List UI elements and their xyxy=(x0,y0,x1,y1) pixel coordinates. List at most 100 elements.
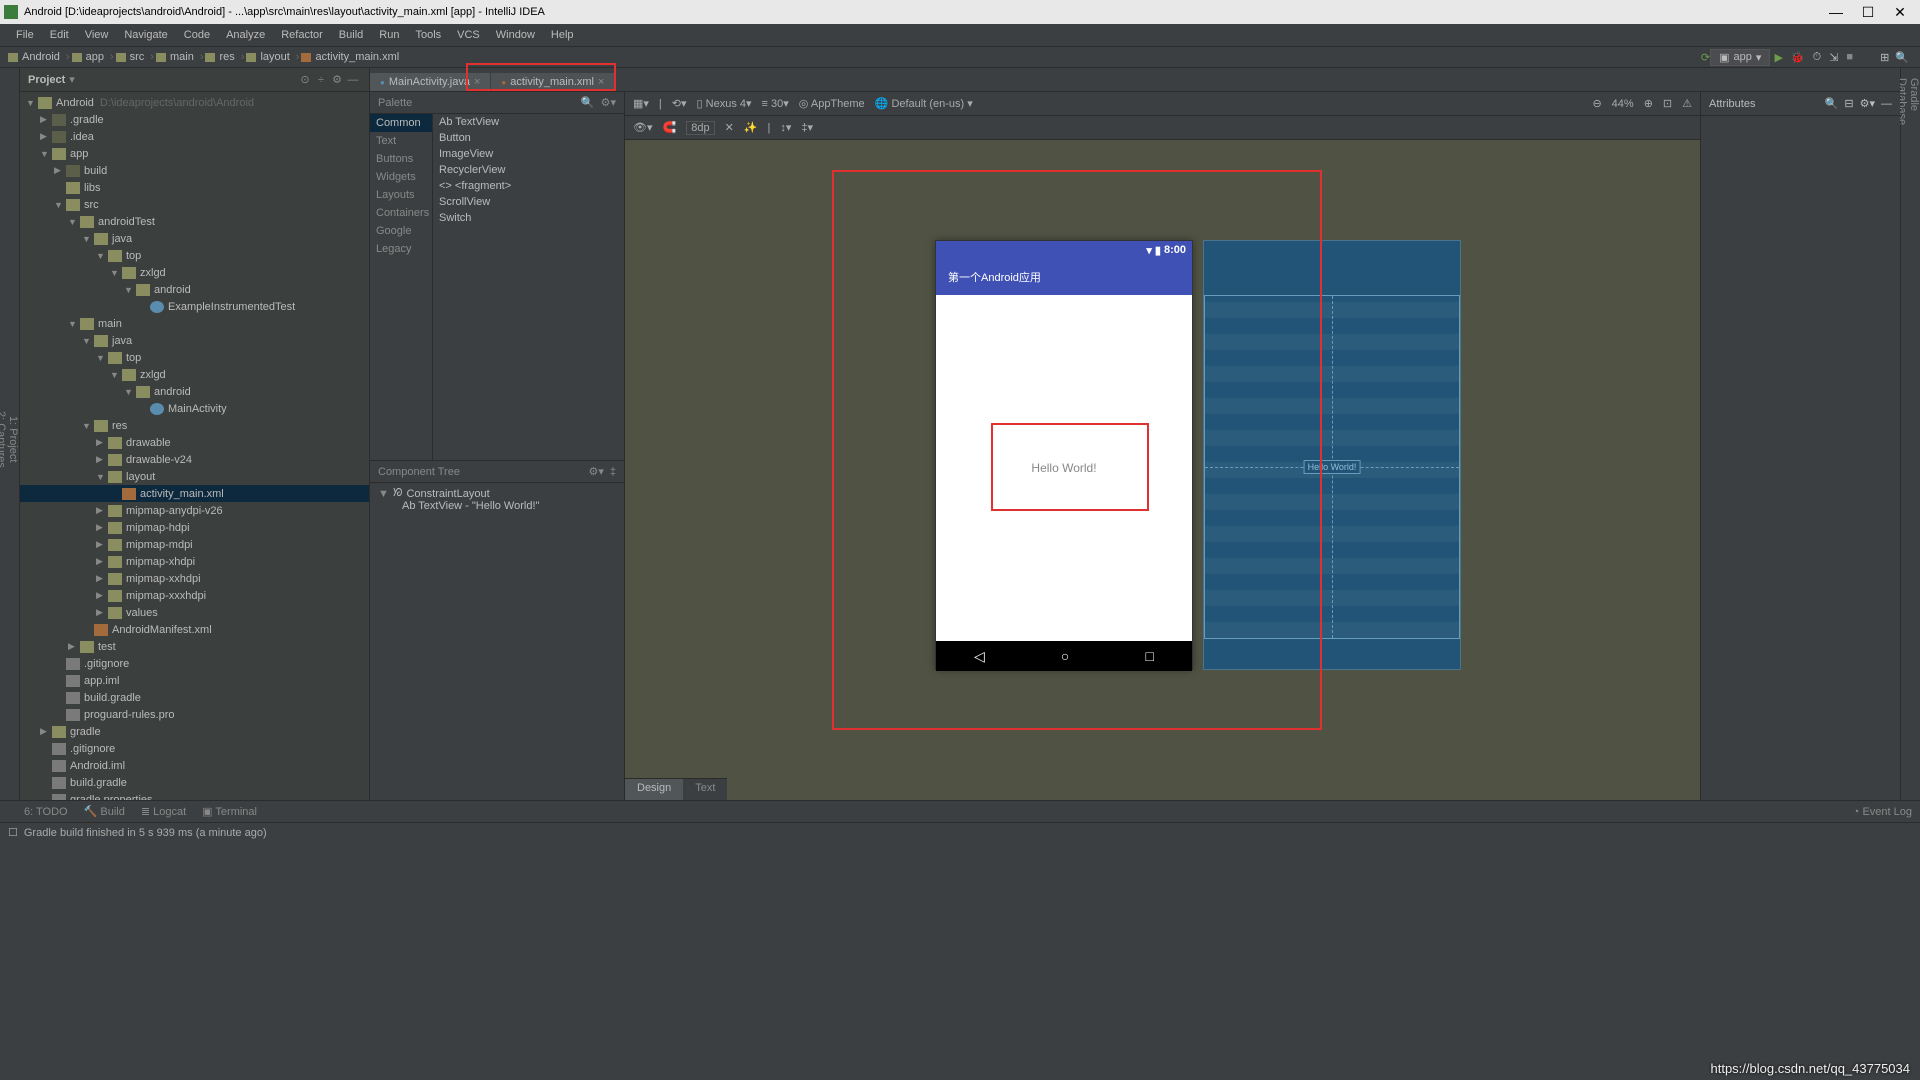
project-tree[interactable]: ▼ Android D:\ideaprojects\android\Androi… xyxy=(20,92,369,800)
palette-item[interactable]: Switch xyxy=(433,210,624,226)
menu-refactor[interactable]: Refactor xyxy=(273,29,331,41)
tree-item[interactable]: proguard-rules.pro xyxy=(20,706,369,723)
infer-icon[interactable]: ✨ xyxy=(744,121,758,134)
preview-body[interactable]: Hello World! xyxy=(936,295,1192,641)
tool-logcat[interactable]: ≣ Logcat xyxy=(141,805,186,818)
palette-item[interactable]: RecyclerView xyxy=(433,162,624,178)
tree-item[interactable]: AndroidManifest.xml xyxy=(20,621,369,638)
tree-item[interactable]: ▼top xyxy=(20,247,369,264)
rail-captures[interactable]: 2: Captures xyxy=(0,78,7,800)
menu-run[interactable]: Run xyxy=(371,29,407,41)
palette-category[interactable]: Legacy xyxy=(370,240,432,258)
theme-select[interactable]: ◎ AppTheme xyxy=(799,97,865,110)
clear-icon[interactable]: ✕ xyxy=(725,121,734,134)
palette-item[interactable]: ImageView xyxy=(433,146,624,162)
view-options-icon[interactable]: ⊟ xyxy=(1844,97,1853,110)
tree-item[interactable]: app.iml xyxy=(20,672,369,689)
blueprint-textview[interactable]: Hello World! xyxy=(1304,460,1361,474)
guideline-icon[interactable]: ‡▾ xyxy=(801,121,813,134)
tree-item[interactable]: ▶mipmap-anydpi-v26 xyxy=(20,502,369,519)
tree-item[interactable]: ▶mipmap-xhdpi xyxy=(20,553,369,570)
breadcrumb-item[interactable]: Android xyxy=(8,51,60,63)
orientation-icon[interactable]: ⟲▾ xyxy=(672,97,687,110)
structure-button[interactable]: ⊞ xyxy=(1880,51,1889,64)
close-button[interactable]: ✕ xyxy=(1884,4,1916,21)
view-mode-icon[interactable]: ▦▾ xyxy=(633,97,649,110)
tree-item[interactable]: ▶gradle xyxy=(20,723,369,740)
menu-file[interactable]: File xyxy=(8,29,42,41)
rail-project[interactable]: 1: Project xyxy=(7,78,19,800)
editor-tab[interactable]: ●activity_main.xml× xyxy=(491,73,614,91)
tree-item[interactable]: ▶mipmap-xxhdpi xyxy=(20,570,369,587)
tree-item[interactable]: activity_main.xml xyxy=(20,485,369,502)
preview-textview[interactable]: Hello World! xyxy=(1031,461,1096,475)
tree-item[interactable]: ▶mipmap-hdpi xyxy=(20,519,369,536)
device-preview[interactable]: ▾ ▮ 8:00 第一个Android应用 Hello World! ◁ xyxy=(935,240,1193,670)
warnings-icon[interactable]: ⚠ xyxy=(1682,97,1692,110)
attach-button[interactable]: ⇲ xyxy=(1829,51,1838,64)
device-select[interactable]: ▯ Nexus 4▾ xyxy=(697,97,752,110)
menu-window[interactable]: Window xyxy=(488,29,543,41)
tree-item[interactable]: MainActivity xyxy=(20,400,369,417)
gear-icon[interactable]: ⚙▾ xyxy=(601,96,616,109)
tree-constraint-layout[interactable]: ConstraintLayout xyxy=(406,488,489,500)
menu-navigate[interactable]: Navigate xyxy=(116,29,175,41)
tree-item[interactable]: Android.iml xyxy=(20,757,369,774)
left-tool-rail[interactable]: 1: Project 2: Captures xyxy=(0,68,20,800)
tool-todo[interactable]: 6: TODO xyxy=(24,806,68,818)
palette-item[interactable]: <> <fragment> xyxy=(433,178,624,194)
breadcrumb-item[interactable]: layout xyxy=(246,51,289,63)
tree-item[interactable]: ▶.idea xyxy=(20,128,369,145)
minimize-button[interactable]: — xyxy=(1820,4,1852,20)
blueprint-preview[interactable]: Hello World! xyxy=(1203,240,1461,670)
menu-edit[interactable]: Edit xyxy=(42,29,77,41)
tree-item[interactable]: ExampleInstrumentedTest xyxy=(20,298,369,315)
palette-item[interactable]: Button xyxy=(433,130,624,146)
menu-build[interactable]: Build xyxy=(331,29,371,41)
tree-item[interactable]: .gitignore xyxy=(20,655,369,672)
tree-item[interactable]: build.gradle xyxy=(20,689,369,706)
breadcrumb-item[interactable]: main xyxy=(156,51,194,63)
tree-item[interactable]: ▼top xyxy=(20,349,369,366)
palette-category[interactable]: Containers xyxy=(370,204,432,222)
collapse-icon[interactable]: ⊙ xyxy=(297,73,313,86)
search-button[interactable]: 🔍 xyxy=(1895,51,1909,64)
tab-design[interactable]: Design xyxy=(625,779,683,800)
breadcrumb-item[interactable]: activity_main.xml xyxy=(301,51,399,63)
palette-item[interactable]: ScrollView xyxy=(433,194,624,210)
tree-item[interactable]: ▼layout xyxy=(20,468,369,485)
tree-item[interactable]: gradle.properties xyxy=(20,791,369,800)
breadcrumb-item[interactable]: app xyxy=(72,51,104,63)
tree-item[interactable]: ▶drawable xyxy=(20,434,369,451)
menu-view[interactable]: View xyxy=(77,29,117,41)
stop-button[interactable]: ■ xyxy=(1846,51,1853,63)
close-tab-icon[interactable]: × xyxy=(598,76,604,88)
menu-help[interactable]: Help xyxy=(543,29,582,41)
tree-item[interactable]: ▶mipmap-mdpi xyxy=(20,536,369,553)
run-button[interactable]: ▶ xyxy=(1774,51,1782,64)
menu-code[interactable]: Code xyxy=(176,29,218,41)
tree-textview[interactable]: Ab TextView - "Hello World!" xyxy=(378,500,616,512)
palette-category[interactable]: Common xyxy=(370,114,432,132)
palette-category[interactable]: Buttons xyxy=(370,150,432,168)
tree-item[interactable]: ▼zxlgd xyxy=(20,264,369,281)
locale-select[interactable]: 🌐 Default (en-us) ▾ xyxy=(875,97,973,110)
tree-item[interactable]: ▼zxlgd xyxy=(20,366,369,383)
settings-icon[interactable]: ⚙ xyxy=(329,73,345,86)
tree-item[interactable]: ▼res xyxy=(20,417,369,434)
tab-text[interactable]: Text xyxy=(683,779,727,800)
eye-icon[interactable]: 👁▾ xyxy=(633,121,653,134)
align-icon[interactable]: ↕▾ xyxy=(780,121,791,134)
tree-item[interactable]: ▼java xyxy=(20,332,369,349)
tree-item[interactable]: ▶drawable-v24 xyxy=(20,451,369,468)
default-margin[interactable]: 8dp xyxy=(686,121,714,135)
search-icon[interactable]: 🔍 xyxy=(581,96,595,109)
profile-button[interactable]: ⏱ xyxy=(1813,51,1822,64)
editor-tab[interactable]: ●MainActivity.java× xyxy=(370,73,490,91)
palette-category[interactable]: Text xyxy=(370,132,432,150)
tree-item[interactable]: ▼android xyxy=(20,281,369,298)
design-text-tabs[interactable]: Design Text xyxy=(625,778,727,800)
tree-root[interactable]: ▼ Android D:\ideaprojects\android\Androi… xyxy=(20,94,369,111)
rail-gradle[interactable]: Gradle xyxy=(1908,78,1920,800)
tree-item[interactable]: ▶test xyxy=(20,638,369,655)
